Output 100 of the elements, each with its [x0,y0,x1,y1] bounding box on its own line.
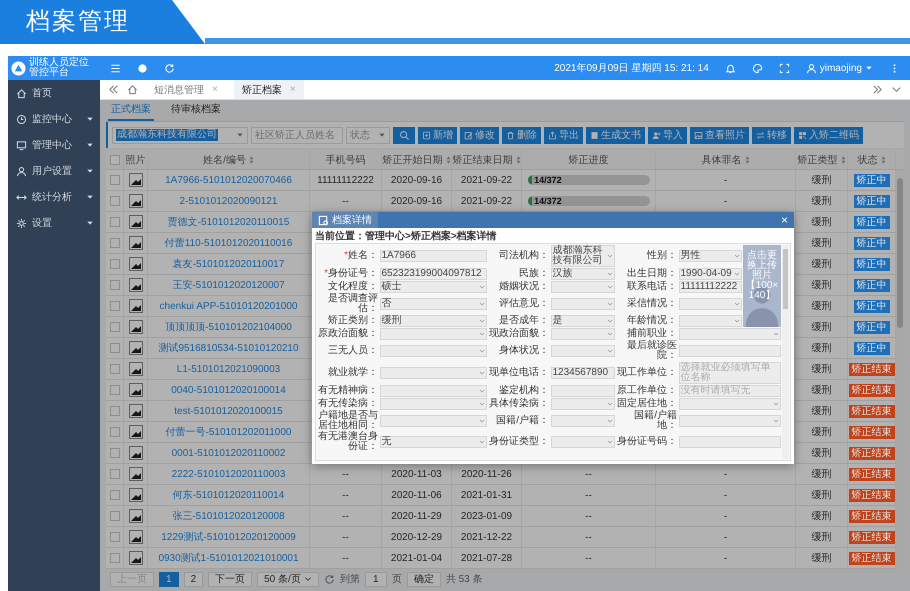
bell-icon[interactable] [724,62,736,74]
record-link[interactable]: 测试9516810534-51010120210 [158,341,299,355]
select-field[interactable]: 硕士 [380,281,486,293]
sidebar-item[interactable]: 管理中心 [8,132,100,158]
row-checkbox[interactable] [110,448,120,458]
column-header[interactable]: 姓名/编号 [203,152,254,166]
close-button[interactable]: × [780,213,788,227]
record-link[interactable]: 王安-5101012020120007 [172,278,285,292]
sort-icon[interactable] [446,156,450,164]
record-link[interactable]: 袁友-5101012020110017 [172,257,284,271]
status-select[interactable]: 状态 [346,126,390,144]
record-link[interactable]: test-5101012020100015 [174,406,283,416]
text-field[interactable]: 652323199004097812 [380,268,486,280]
toolbar-button[interactable]: 删除 [502,126,541,144]
record-link[interactable]: chenkui APP-51010120201000 [160,300,298,312]
image-icon[interactable] [128,509,142,523]
row-checkbox[interactable] [110,532,120,542]
row-checkbox[interactable] [110,322,120,332]
select-all-checkbox[interactable] [110,154,120,164]
select-field[interactable] [678,398,781,410]
select-field[interactable] [380,328,486,340]
image-icon[interactable] [128,467,142,481]
select-field[interactable] [380,385,486,397]
refresh-icon[interactable] [324,574,335,584]
image-icon[interactable] [128,362,142,376]
image-icon[interactable] [128,299,142,313]
record-link[interactable]: 2-5101012020090121 [180,196,278,206]
text-field[interactable]: 11111112222 [678,281,742,293]
row-checkbox[interactable] [110,301,120,311]
text-field[interactable]: 选择就业必须填写单位名称 [678,362,781,384]
select-field[interactable] [678,328,781,340]
sort-icon[interactable] [516,156,520,164]
image-icon[interactable] [128,425,142,439]
palette-icon[interactable] [752,62,763,74]
tab-close-button[interactable]: × [212,84,218,95]
sort-icon[interactable] [880,156,886,164]
tab-close-button[interactable]: × [290,84,296,95]
text-field[interactable] [550,385,614,397]
select-field[interactable]: 1990-04-09 [678,268,742,280]
row-checkbox[interactable] [110,490,120,500]
sort-icon[interactable] [840,156,846,164]
row-checkbox[interactable] [110,385,120,395]
row-checkbox[interactable] [110,238,120,248]
row-checkbox[interactable] [110,196,120,206]
image-icon[interactable] [128,446,142,460]
sort-icon[interactable] [744,156,750,164]
select-field[interactable] [380,415,486,427]
toolbar-button[interactable]: 查看照片 [690,126,749,144]
record-link[interactable]: 0040-5101012020100014 [171,384,286,396]
select-field[interactable] [678,415,781,427]
record-link[interactable]: 1229测试-5101012020120009 [161,530,296,544]
image-icon[interactable] [128,551,142,565]
record-link[interactable]: 张三-5101012020120008 [172,509,285,523]
text-field[interactable] [678,345,781,357]
row-checkbox[interactable] [110,259,120,269]
select-field[interactable] [678,315,742,327]
select-field[interactable]: 否 [380,298,486,310]
row-checkbox[interactable] [110,469,120,479]
page-size-select[interactable]: 50 条/页 [257,572,319,586]
photo-upload[interactable]: 点击更换上传照片 【100×140】 [743,245,781,327]
row-checkbox[interactable] [110,511,120,521]
fullscreen-icon[interactable] [778,62,790,74]
home-icon[interactable] [127,84,138,95]
sidebar-item[interactable]: 统计分析 [8,184,100,210]
image-icon[interactable] [128,383,142,397]
image-icon[interactable] [128,320,142,334]
toolbar-button[interactable]: 转移 [752,126,791,144]
select-field[interactable] [550,281,614,293]
record-link[interactable]: 1A7966-5101012020070466 [165,174,292,186]
record-link[interactable]: 何东-5101012020110014 [172,488,284,502]
select-field[interactable]: 缓刑 [380,315,486,327]
row-checkbox[interactable] [110,217,120,227]
select-field[interactable] [550,298,614,310]
select-field[interactable] [550,436,614,448]
select-field[interactable]: 汉族 [550,268,614,280]
select-field[interactable]: 是 [550,315,614,327]
toolbar-button[interactable]: 新增 [418,126,457,144]
record-link[interactable]: 0930测试1-5101012021010001 [158,551,299,565]
column-header[interactable]: 矫正类型 [798,152,846,166]
row-checkbox[interactable] [110,427,120,437]
select-field[interactable]: 成都瀚东科技有限公司 [550,245,614,267]
select-field[interactable] [550,328,614,340]
search-button[interactable] [393,126,415,144]
next-page-button[interactable]: 下一页 [208,572,252,586]
image-icon[interactable] [128,173,142,187]
select-field[interactable] [550,345,614,357]
row-checkbox[interactable] [110,175,120,185]
image-icon[interactable] [128,194,142,208]
select-field[interactable] [550,415,614,427]
image-icon[interactable] [128,488,142,502]
organization-select[interactable]: 成都瀚东科技有限公司 [112,126,248,144]
column-header[interactable]: 状态 [858,152,886,166]
image-icon[interactable] [128,215,142,229]
record-link[interactable]: 付蕾110-5101012020110016 [164,236,292,250]
record-link[interactable]: 2222-5101012020110003 [172,468,286,480]
select-field[interactable] [678,298,742,310]
select-field[interactable]: 无 [380,436,486,448]
page-button[interactable]: 2 [184,572,204,586]
image-icon[interactable] [128,530,142,544]
image-icon[interactable] [128,341,142,355]
